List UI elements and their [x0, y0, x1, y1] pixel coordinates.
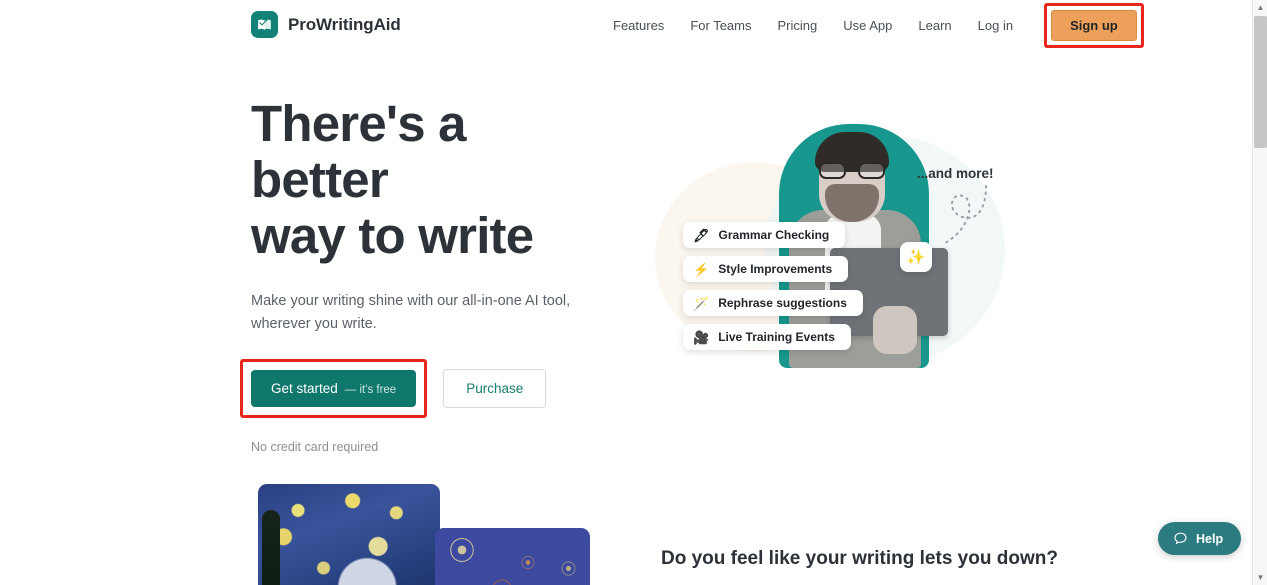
feature-pill-label: Style Improvements: [718, 262, 833, 276]
help-label: Help: [1196, 531, 1224, 546]
person-hand: [873, 306, 917, 354]
hero-title-line-2: way to write: [251, 207, 534, 264]
get-started-label: Get started: [271, 381, 338, 396]
feature-pill-list: 🖋 Grammar Checking ⚡ Style Improvements …: [683, 222, 863, 350]
hero-title-line-1: There's a better: [251, 95, 467, 208]
book-logo-icon: [251, 11, 278, 38]
brand-logo-link[interactable]: ProWritingAid: [251, 11, 401, 38]
feature-pill-label: Grammar Checking: [718, 228, 830, 242]
feature-pill-label: Rephrase suggestions: [718, 296, 847, 310]
nav-item-learn[interactable]: Learn: [905, 12, 964, 39]
cypress-tree-shape: [262, 510, 280, 585]
hero-illustration: ...and more! ✨ 🖋 Grammar Checking ⚡ Styl…: [645, 100, 1015, 370]
glasses-icon: [819, 162, 885, 179]
and-more-label: ...and more!: [917, 166, 994, 181]
scroll-up-arrow-icon[interactable]: ▲: [1253, 0, 1267, 15]
main-nav: Features For Teams Pricing Use App Learn…: [600, 0, 1144, 50]
feature-pill-label: Live Training Events: [718, 330, 835, 344]
hero-copy: There's a better way to write Make your …: [240, 96, 611, 454]
page-scrollbar[interactable]: ▲ ▼: [1252, 0, 1267, 585]
page-root: ProWritingAid Features For Teams Pricing…: [0, 0, 1267, 585]
hero-subtitle: Make your writing shine with our all-in-…: [251, 293, 571, 332]
nav-item-pricing[interactable]: Pricing: [764, 12, 830, 39]
help-button[interactable]: Help: [1158, 522, 1242, 555]
movie-camera-icon: 🎥: [693, 329, 710, 345]
hero-cta-row: Get started — it's free Purchase: [240, 359, 611, 418]
lightning-icon: ⚡: [693, 261, 710, 277]
get-started-highlight-box: Get started — it's free: [240, 359, 428, 418]
no-credit-card-note: No credit card required: [251, 440, 379, 454]
nav-item-for-teams[interactable]: For Teams: [677, 12, 764, 39]
magic-wand-icon: 🪄: [693, 295, 710, 311]
get-started-button[interactable]: Get started — it's free: [251, 370, 417, 407]
site-header: ProWritingAid Features For Teams Pricing…: [0, 0, 1252, 50]
signup-highlight-box: Sign up: [1044, 2, 1144, 48]
chat-bubble-icon: [1174, 532, 1187, 544]
nav-item-features[interactable]: Features: [600, 12, 677, 39]
scrollbar-thumb[interactable]: [1254, 16, 1267, 148]
section-heading: Do you feel like your writing lets you d…: [661, 548, 1058, 569]
pen-icon: 🖋: [693, 227, 710, 243]
feature-pill-style-improvements[interactable]: ⚡ Style Improvements: [683, 256, 849, 282]
feature-pill-live-training-events[interactable]: 🎥 Live Training Events: [683, 324, 851, 350]
purchase-button[interactable]: Purchase: [443, 369, 547, 408]
scroll-down-arrow-icon[interactable]: ▼: [1253, 570, 1267, 585]
nav-item-log-in[interactable]: Log in: [965, 12, 1026, 39]
feature-pill-rephrase-suggestions[interactable]: 🪄 Rephrase suggestions: [683, 290, 863, 316]
sign-up-button[interactable]: Sign up: [1051, 9, 1137, 41]
starry-night-card[interactable]: [258, 484, 440, 585]
get-started-sublabel: — it's free: [344, 384, 397, 396]
sparkles-icon: ✨: [900, 242, 932, 272]
blue-doodle-card[interactable]: ⦿ ⦿ ⦿ ⦿ ⦿ ⦿: [435, 528, 590, 585]
nav-item-use-app[interactable]: Use App: [830, 12, 905, 39]
brand-name: ProWritingAid: [288, 14, 401, 34]
page-title: There's a better way to write: [251, 96, 611, 264]
feature-pill-grammar-checking[interactable]: 🖋 Grammar Checking: [683, 222, 846, 248]
